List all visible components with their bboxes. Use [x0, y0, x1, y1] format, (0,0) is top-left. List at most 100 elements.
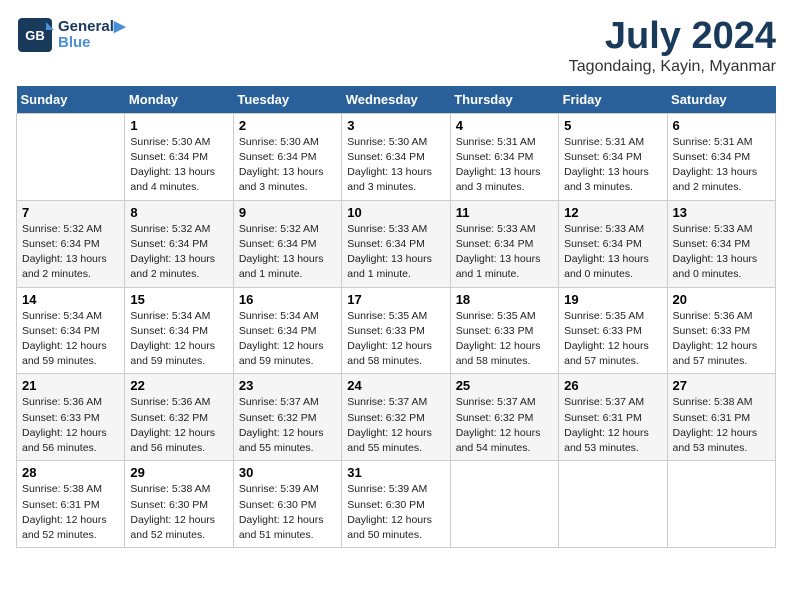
col-header-tuesday: Tuesday	[233, 86, 341, 114]
calendar-cell: 30 Sunrise: 5:39 AMSunset: 6:30 PMDayligh…	[233, 461, 341, 548]
day-info: Sunrise: 5:36 AMSunset: 6:33 PMDaylight:…	[673, 309, 770, 370]
calendar-table: SundayMondayTuesdayWednesdayThursdayFrid…	[16, 86, 776, 548]
calendar-cell: 5Sunrise: 5:31 AMSunset: 6:34 PMDaylight…	[559, 113, 667, 200]
day-info: Sunrise: 5:36 AMSunset: 6:33 PMDaylight:…	[22, 395, 119, 456]
day-number: 28	[22, 465, 119, 480]
calendar-cell: 15Sunrise: 5:34 AMSunset: 6:34 PMDayligh…	[125, 287, 233, 374]
day-number: 7	[22, 205, 119, 220]
day-number: 3	[347, 118, 444, 133]
day-number: 10	[347, 205, 444, 220]
calendar-cell: 26Sunrise: 5:37 AMSunset: 6:31 PMDayligh…	[559, 374, 667, 461]
calendar-cell: 23 Sunrise: 5:37 AMSunset: 6:32 PMDayligh…	[233, 374, 341, 461]
day-number: 13	[673, 205, 770, 220]
calendar-cell: 31 Sunrise: 5:39 AMSunset: 6:30 PMDayligh…	[342, 461, 450, 548]
calendar-header-row: SundayMondayTuesdayWednesdayThursdayFrid…	[17, 86, 776, 114]
day-info: Sunrise: 5:39 AMSunset: 6:30 PMDaylight:…	[347, 482, 444, 543]
calendar-cell: 16 Sunrise: 5:34 AMSunset: 6:34 PMDayligh…	[233, 287, 341, 374]
day-number: 1	[130, 118, 227, 133]
calendar-title: July 2024	[569, 16, 776, 58]
col-header-thursday: Thursday	[450, 86, 558, 114]
week-row-5: 28 Sunrise: 5:38 AMSunset: 6:31 PMDayligh…	[17, 461, 776, 548]
day-info: Sunrise: 5:30 AMSunset: 6:34 PMDaylight:…	[130, 135, 227, 196]
calendar-cell: 10 Sunrise: 5:33 AMSunset: 6:34 PMDayligh…	[342, 200, 450, 287]
day-number: 11	[456, 205, 553, 220]
day-number: 23	[239, 378, 336, 393]
col-header-saturday: Saturday	[667, 86, 775, 114]
day-number: 26	[564, 378, 661, 393]
col-header-friday: Friday	[559, 86, 667, 114]
calendar-cell: 11 Sunrise: 5:33 AMSunset: 6:34 PMDayligh…	[450, 200, 558, 287]
day-info: Sunrise: 5:37 AMSunset: 6:32 PMDaylight:…	[456, 395, 553, 456]
day-number: 17	[347, 292, 444, 307]
week-row-2: 7 Sunrise: 5:32 AMSunset: 6:34 PMDaylight…	[17, 200, 776, 287]
svg-text:GB: GB	[25, 28, 45, 43]
calendar-cell	[17, 113, 125, 200]
calendar-cell	[450, 461, 558, 548]
day-info: Sunrise: 5:35 AMSunset: 6:33 PMDaylight:…	[456, 309, 553, 370]
day-number: 22	[130, 378, 227, 393]
day-info: Sunrise: 5:37 AMSunset: 6:32 PMDaylight:…	[239, 395, 336, 456]
day-info: Sunrise: 5:32 AMSunset: 6:34 PMDaylight:…	[130, 222, 227, 283]
day-info: Sunrise: 5:38 AMSunset: 6:31 PMDaylight:…	[22, 482, 119, 543]
logo-line2: Blue	[58, 35, 125, 52]
col-header-monday: Monday	[125, 86, 233, 114]
day-info: Sunrise: 5:35 AMSunset: 6:33 PMDaylight:…	[564, 309, 661, 370]
calendar-cell: 24Sunrise: 5:37 AMSunset: 6:32 PMDayligh…	[342, 374, 450, 461]
day-number: 24	[347, 378, 444, 393]
calendar-cell: 4Sunrise: 5:31 AMSunset: 6:34 PMDaylight…	[450, 113, 558, 200]
calendar-cell: 8 Sunrise: 5:32 AMSunset: 6:34 PMDaylight…	[125, 200, 233, 287]
calendar-cell: 25 Sunrise: 5:37 AMSunset: 6:32 PMDayligh…	[450, 374, 558, 461]
week-row-1: 1 Sunrise: 5:30 AMSunset: 6:34 PMDaylight…	[17, 113, 776, 200]
day-number: 27	[673, 378, 770, 393]
col-header-sunday: Sunday	[17, 86, 125, 114]
logo: GB General▶ Blue	[16, 16, 125, 54]
day-number: 12	[564, 205, 661, 220]
calendar-cell: 1 Sunrise: 5:30 AMSunset: 6:34 PMDaylight…	[125, 113, 233, 200]
day-number: 18	[456, 292, 553, 307]
day-info: Sunrise: 5:39 AMSunset: 6:30 PMDaylight:…	[239, 482, 336, 543]
day-number: 8	[130, 205, 227, 220]
day-info: Sunrise: 5:33 AMSunset: 6:34 PMDaylight:…	[673, 222, 770, 283]
calendar-cell: 29 Sunrise: 5:38 AMSunset: 6:30 PMDayligh…	[125, 461, 233, 548]
calendar-cell: 22 Sunrise: 5:36 AMSunset: 6:32 PMDayligh…	[125, 374, 233, 461]
day-info: Sunrise: 5:32 AMSunset: 6:34 PMDaylight:…	[239, 222, 336, 283]
day-number: 6	[673, 118, 770, 133]
calendar-cell: 13 Sunrise: 5:33 AMSunset: 6:34 PMDayligh…	[667, 200, 775, 287]
day-number: 14	[22, 292, 119, 307]
day-info: Sunrise: 5:33 AMSunset: 6:34 PMDaylight:…	[347, 222, 444, 283]
day-number: 4	[456, 118, 553, 133]
calendar-cell	[559, 461, 667, 548]
header: GB General▶ Blue July 2024 Tagondaing, K…	[16, 16, 776, 76]
day-number: 16	[239, 292, 336, 307]
week-row-4: 21Sunrise: 5:36 AMSunset: 6:33 PMDayligh…	[17, 374, 776, 461]
calendar-subtitle: Tagondaing, Kayin, Myanmar	[569, 58, 776, 76]
day-info: Sunrise: 5:33 AMSunset: 6:34 PMDaylight:…	[564, 222, 661, 283]
day-info: Sunrise: 5:33 AMSunset: 6:34 PMDaylight:…	[456, 222, 553, 283]
day-info: Sunrise: 5:30 AMSunset: 6:34 PMDaylight:…	[239, 135, 336, 196]
day-number: 30	[239, 465, 336, 480]
calendar-cell: 18 Sunrise: 5:35 AMSunset: 6:33 PMDayligh…	[450, 287, 558, 374]
day-info: Sunrise: 5:34 AMSunset: 6:34 PMDaylight:…	[130, 309, 227, 370]
day-info: Sunrise: 5:36 AMSunset: 6:32 PMDaylight:…	[130, 395, 227, 456]
calendar-cell: 28 Sunrise: 5:38 AMSunset: 6:31 PMDayligh…	[17, 461, 125, 548]
day-number: 19	[564, 292, 661, 307]
col-header-wednesday: Wednesday	[342, 86, 450, 114]
calendar-cell: 20 Sunrise: 5:36 AMSunset: 6:33 PMDayligh…	[667, 287, 775, 374]
day-info: Sunrise: 5:38 AMSunset: 6:30 PMDaylight:…	[130, 482, 227, 543]
calendar-cell: 3Sunrise: 5:30 AMSunset: 6:34 PMDaylight…	[342, 113, 450, 200]
calendar-cell: 12 Sunrise: 5:33 AMSunset: 6:34 PMDayligh…	[559, 200, 667, 287]
day-number: 31	[347, 465, 444, 480]
calendar-cell: 14 Sunrise: 5:34 AMSunset: 6:34 PMDayligh…	[17, 287, 125, 374]
day-number: 20	[673, 292, 770, 307]
calendar-cell: 7Sunrise: 5:32 AMSunset: 6:34 PMDaylight…	[17, 200, 125, 287]
calendar-cell: 17Sunrise: 5:35 AMSunset: 6:33 PMDayligh…	[342, 287, 450, 374]
day-number: 25	[456, 378, 553, 393]
logo-icon: GB	[16, 16, 54, 54]
week-row-3: 14 Sunrise: 5:34 AMSunset: 6:34 PMDayligh…	[17, 287, 776, 374]
day-info: Sunrise: 5:34 AMSunset: 6:34 PMDaylight:…	[22, 309, 119, 370]
day-info: Sunrise: 5:31 AMSunset: 6:34 PMDaylight:…	[673, 135, 770, 196]
calendar-cell	[667, 461, 775, 548]
day-info: Sunrise: 5:34 AMSunset: 6:34 PMDaylight:…	[239, 309, 336, 370]
calendar-cell: 19 Sunrise: 5:35 AMSunset: 6:33 PMDayligh…	[559, 287, 667, 374]
day-number: 29	[130, 465, 227, 480]
